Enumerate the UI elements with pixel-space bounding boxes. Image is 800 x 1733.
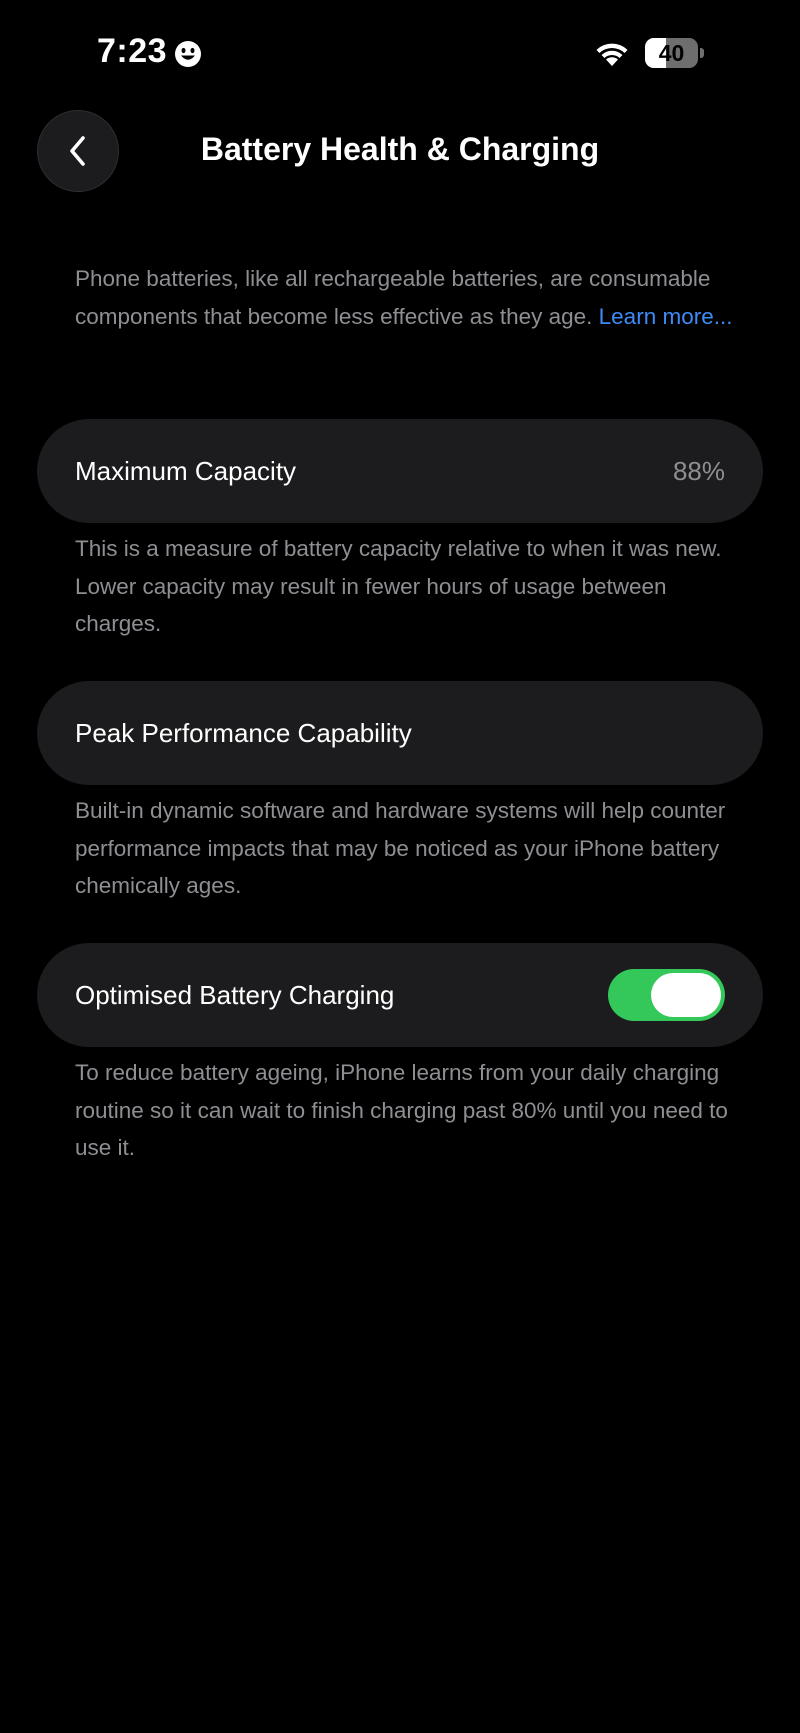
battery-indicator: 40 (645, 38, 704, 68)
smiley-focus-icon (174, 40, 202, 68)
peak-performance-row: Peak Performance Capability (37, 681, 763, 785)
battery-health-screen: 7:23 40 Battery Health & Charging Phone … (0, 0, 800, 1733)
optimised-charging-description: To reduce battery ageing, iPhone learns … (75, 1060, 728, 1160)
status-time: 7:23 (97, 32, 168, 70)
toggle-knob (651, 973, 721, 1017)
wifi-icon (592, 38, 632, 68)
maximum-capacity-description: This is a measure of battery capacity re… (75, 536, 722, 636)
peak-performance-label: Peak Performance Capability (75, 718, 412, 748)
optimised-charging-toggle[interactable] (608, 969, 725, 1021)
intro-text: Phone batteries, like all rechargeable b… (75, 260, 735, 335)
optimised-charging-label: Optimised Battery Charging (75, 980, 395, 1010)
battery-icon: 40 (645, 38, 698, 68)
status-bar: 7:23 40 (0, 0, 800, 110)
page-title: Battery Health & Charging (200, 131, 600, 167)
optimised-charging-row: Optimised Battery Charging (37, 943, 763, 1047)
battery-nub (700, 48, 704, 58)
peak-performance-description: Built-in dynamic software and hardware s… (75, 798, 726, 898)
learn-more-link[interactable]: Learn more... (599, 304, 733, 329)
maximum-capacity-label: Maximum Capacity (75, 456, 297, 486)
maximum-capacity-row: Maximum Capacity 88% (37, 419, 763, 523)
battery-level: 40 (658, 40, 685, 66)
maximum-capacity-value: 88% (672, 456, 725, 486)
